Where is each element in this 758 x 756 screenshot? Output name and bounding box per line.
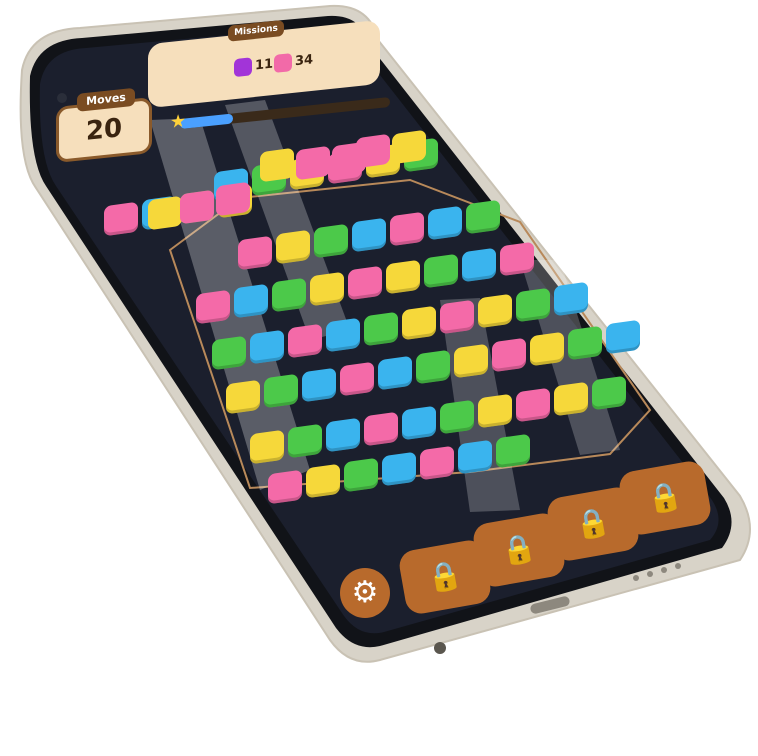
board-tile[interactable]: [332, 141, 366, 177]
board-tile[interactable]: [276, 229, 310, 265]
moves-value: 20: [85, 113, 123, 147]
board-tile[interactable]: [364, 311, 398, 347]
mission-goal-pink: 34: [274, 51, 313, 79]
board-tile[interactable]: [592, 375, 626, 411]
board-tile[interactable]: [440, 399, 474, 435]
board-tile[interactable]: [492, 337, 526, 373]
moves-counter: Moves 20: [56, 87, 152, 164]
lock-icon: 🔒: [424, 557, 465, 596]
board-tile[interactable]: [454, 343, 488, 379]
board-tile[interactable]: [424, 253, 458, 289]
board-tile[interactable]: [382, 451, 416, 487]
purple-tile-icon: [234, 57, 252, 78]
board-tile[interactable]: [148, 195, 182, 231]
missions-label: Missions: [228, 19, 284, 42]
mission-goal-count: 34: [295, 52, 314, 70]
lock-icon: 🔒: [644, 478, 685, 517]
board-tile[interactable]: [462, 247, 496, 283]
moves-label: Moves: [77, 87, 135, 112]
mission-goal-purple: 11: [234, 55, 273, 83]
board-tile[interactable]: [216, 181, 250, 217]
board-tile[interactable]: [288, 323, 322, 359]
board-tile[interactable]: [496, 433, 530, 469]
booster-slot-4[interactable]: 🔒: [617, 459, 713, 537]
star-icon: ★: [170, 110, 187, 134]
board-tile[interactable]: [478, 393, 512, 429]
board-tile[interactable]: [264, 373, 298, 409]
settings-button[interactable]: ⚙: [340, 568, 390, 618]
board-tile[interactable]: [348, 265, 382, 301]
board-tile[interactable]: [378, 355, 412, 391]
board-tile[interactable]: [554, 381, 588, 417]
board-tile[interactable]: [352, 217, 386, 253]
board-tile[interactable]: [530, 331, 564, 367]
board-tile[interactable]: [296, 145, 330, 181]
board-tile[interactable]: [390, 211, 424, 247]
board-tile[interactable]: [226, 379, 260, 415]
board-tile[interactable]: [306, 463, 340, 499]
board-tile[interactable]: [466, 199, 500, 235]
lock-icon: 🔒: [498, 530, 539, 569]
board-tile[interactable]: [420, 445, 454, 481]
board-tile[interactable]: [392, 129, 426, 165]
board-tile[interactable]: [234, 283, 268, 319]
gear-icon: ⚙: [351, 575, 379, 610]
board-tile[interactable]: [326, 317, 360, 353]
board-tile[interactable]: [326, 417, 360, 453]
board-tile[interactable]: [428, 205, 462, 241]
board-tile[interactable]: [606, 319, 640, 355]
pink-tile-icon: [274, 53, 292, 73]
board-tile[interactable]: [310, 271, 344, 307]
board-tile[interactable]: [500, 241, 534, 277]
board-tile[interactable]: [314, 223, 348, 259]
board-tile[interactable]: [402, 305, 436, 341]
board-tile[interactable]: [516, 287, 550, 323]
board-tile[interactable]: [196, 289, 230, 325]
board-tile[interactable]: [458, 439, 492, 475]
board-tile[interactable]: [416, 349, 450, 385]
level-progress-bar: ★: [170, 96, 390, 133]
board-tile[interactable]: [104, 201, 138, 237]
board-tile[interactable]: [554, 281, 588, 317]
board-tile[interactable]: [272, 277, 306, 313]
board-tile[interactable]: [238, 235, 272, 271]
board-tile[interactable]: [250, 329, 284, 365]
board-tile[interactable]: [180, 189, 214, 225]
board-tile[interactable]: [268, 469, 302, 505]
board-tile[interactable]: [302, 367, 336, 403]
mission-goal-count: 11: [255, 56, 274, 74]
missions-panel: Missions 11 34: [148, 19, 380, 109]
board-tile[interactable]: [440, 299, 474, 335]
board-tile[interactable]: [250, 429, 284, 465]
board-tile[interactable]: [516, 387, 550, 423]
board-tile[interactable]: [340, 361, 374, 397]
board-tile[interactable]: [288, 423, 322, 459]
board-tile[interactable]: [568, 325, 602, 361]
board-tile[interactable]: [386, 259, 420, 295]
board-tile[interactable]: [344, 457, 378, 493]
board-tile[interactable]: [364, 411, 398, 447]
lock-icon: 🔒: [572, 504, 613, 543]
board-tile[interactable]: [260, 147, 294, 183]
board-tile[interactable]: [478, 293, 512, 329]
board-tile[interactable]: [402, 405, 436, 441]
board-tile[interactable]: [212, 335, 246, 371]
